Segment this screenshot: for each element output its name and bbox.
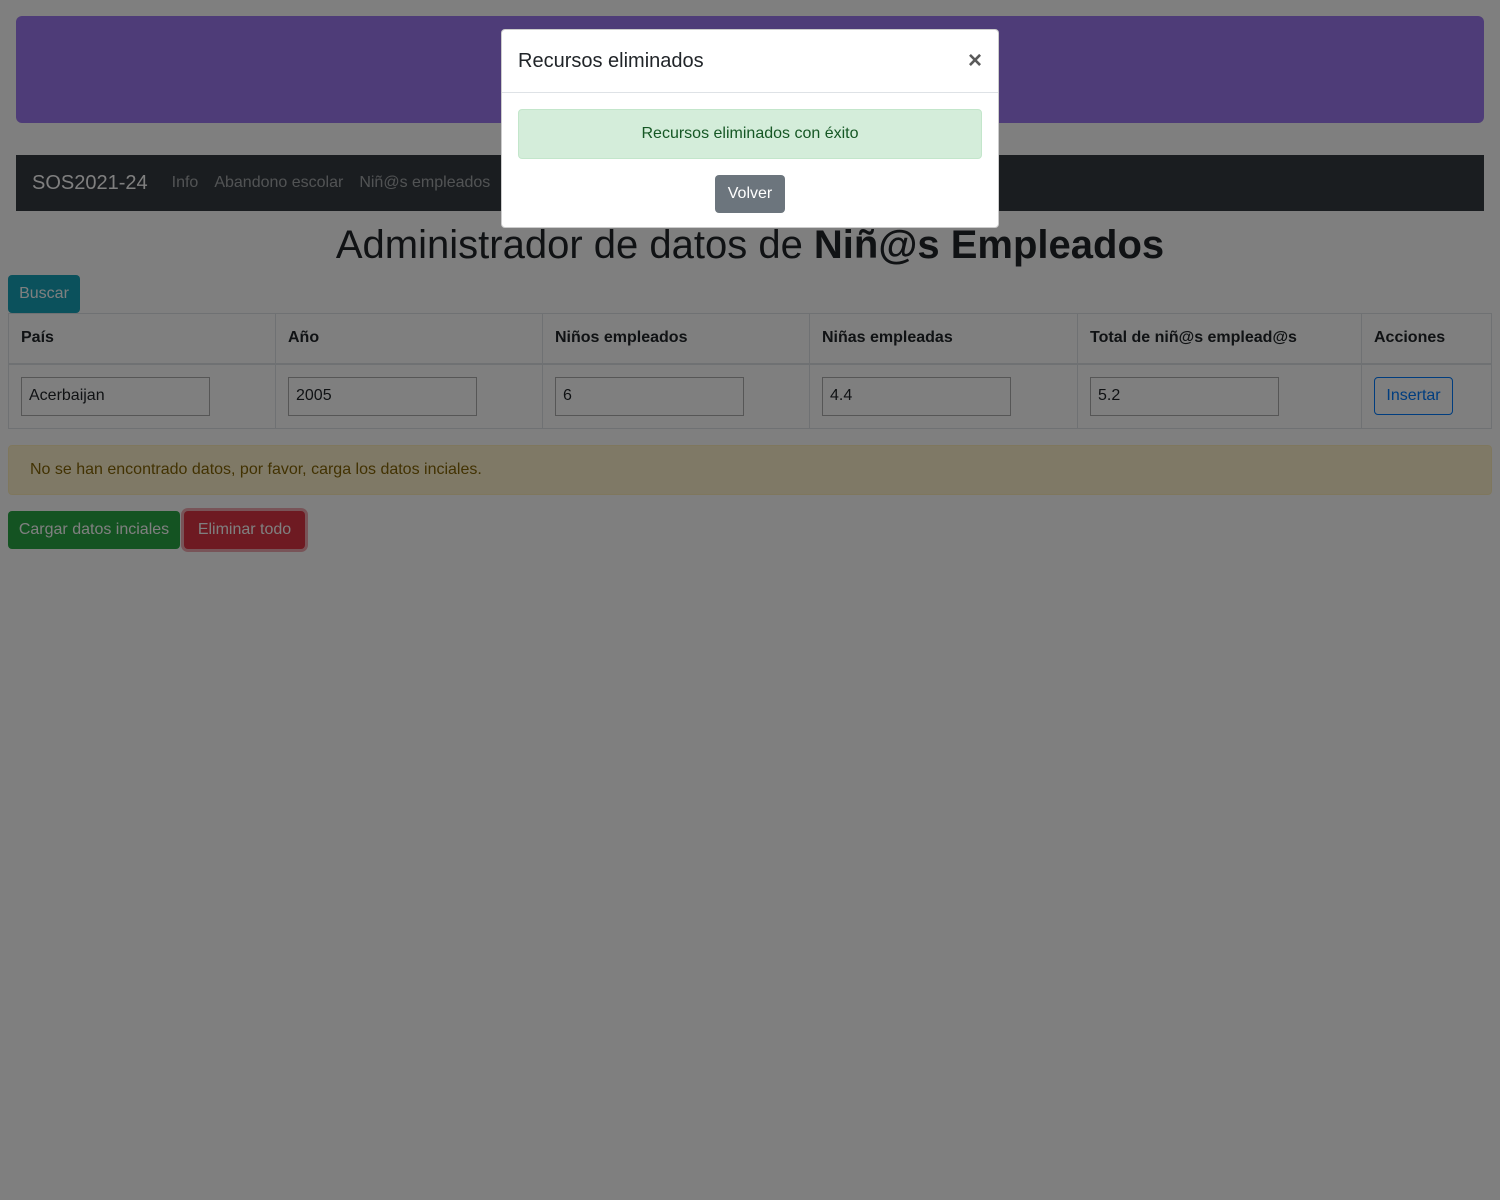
success-modal: Recursos eliminados × Recursos eliminado… [501, 29, 999, 228]
modal-header: Recursos eliminados × [502, 30, 998, 93]
modal-title: Recursos eliminados [518, 49, 704, 72]
modal-footer: Volver [502, 159, 998, 213]
success-alert: Recursos eliminados con éxito [518, 109, 982, 159]
back-button[interactable]: Volver [715, 175, 785, 213]
modal-body: Recursos eliminados con éxito [502, 93, 998, 159]
close-icon[interactable]: × [968, 49, 982, 73]
